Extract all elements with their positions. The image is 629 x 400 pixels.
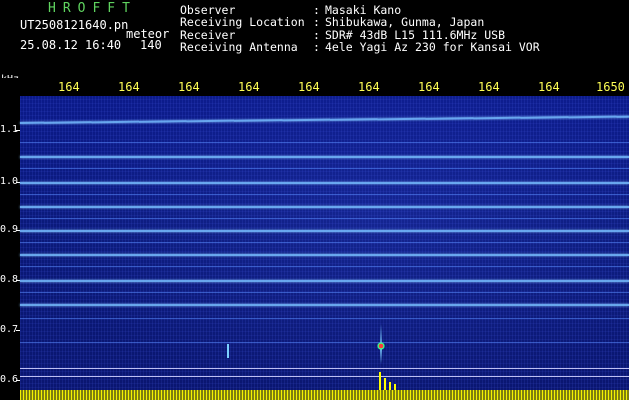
time-tick-label: 164	[478, 80, 500, 94]
time-scale-bar: 164 164 164 164 164 164 164 164 164 1650	[0, 78, 629, 96]
time-tick-label: 1650	[596, 80, 625, 94]
reference-line	[20, 376, 629, 377]
time-tick-label: 164	[418, 80, 440, 94]
carrier-trace	[20, 206, 629, 208]
signal-spike	[389, 382, 391, 390]
info-key: Receiving Antenna	[180, 39, 298, 54]
carrier-trace	[20, 142, 629, 143]
time-tick-label: 164	[178, 80, 200, 94]
reference-line	[20, 368, 629, 369]
carrier-trace	[20, 318, 629, 319]
carrier-trace	[20, 280, 629, 282]
info-separator: :	[313, 39, 320, 54]
info-separator: :	[313, 15, 320, 30]
time-tick-label: 164	[118, 80, 140, 94]
time-tick-label: 164	[298, 80, 320, 94]
time-tick-label: 164	[358, 80, 380, 94]
signal-level-strip	[20, 390, 629, 400]
meteor-echo-marker	[376, 342, 386, 350]
carrier-trace	[20, 182, 629, 184]
frequency-axis: 1.1 1.0 0.9 0.8 0.7 0.6	[0, 96, 20, 400]
header-panel: HROFFT UT2508121640.pn meteor 25.08.12 1…	[0, 0, 629, 78]
station-info: Observer: Masaki Kano Receiving Location:…	[180, 4, 540, 53]
info-row-antenna: Receiving Antenna:4ele Yagi Az 230 for K…	[180, 39, 540, 54]
time-tick-label: 164	[238, 80, 260, 94]
carrier-trace	[20, 266, 629, 267]
filename-label: UT2508121640.pn	[20, 18, 129, 32]
info-value: 4ele Yagi Az 230 for Kansai VOR	[325, 39, 540, 54]
carrier-trace	[20, 194, 629, 195]
carrier-trace	[20, 218, 629, 219]
app-title: HROFFT	[48, 1, 137, 16]
carrier-trace	[20, 342, 629, 343]
carrier-trace	[20, 254, 629, 256]
carrier-trace	[20, 168, 629, 169]
carrier-trace	[20, 230, 629, 232]
carrier-trace	[20, 292, 629, 293]
info-key: Receiving Location	[180, 15, 305, 30]
meteor-blip	[227, 344, 229, 358]
signal-spike	[379, 372, 381, 390]
signal-spike	[384, 378, 386, 390]
carrier-trace	[20, 242, 629, 243]
timestamp-label: 25.08.12 16:40	[20, 38, 122, 52]
carrier-trace	[20, 304, 629, 306]
spectrogram-plot[interactable]	[19, 96, 629, 400]
time-tick-label: 164	[58, 80, 80, 94]
carrier-trace	[20, 156, 629, 158]
time-tick-label: 164	[538, 80, 560, 94]
count-label: 140	[140, 38, 162, 52]
signal-level-ticks	[20, 390, 629, 400]
